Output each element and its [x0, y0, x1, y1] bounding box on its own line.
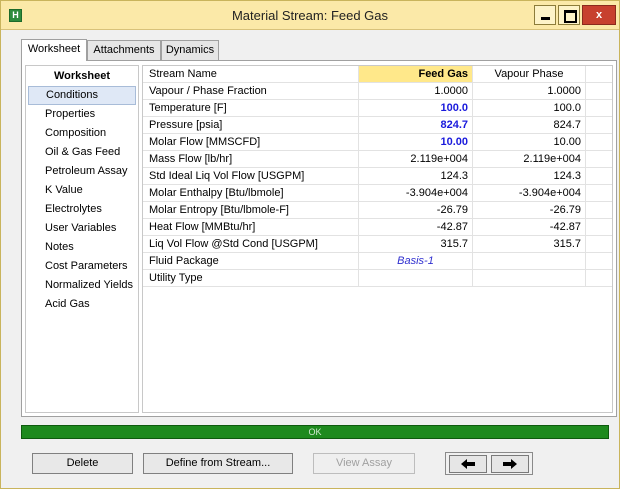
tab-dynamics[interactable]: Dynamics: [161, 40, 219, 60]
vapour-phase-value: 100.0: [472, 100, 585, 116]
grid-empty-cell: [585, 270, 612, 286]
feed-gas-value[interactable]: -26.79: [358, 202, 472, 218]
feed-gas-value[interactable]: [358, 270, 472, 286]
row-label: Mass Flow [lb/hr]: [149, 153, 233, 165]
sidebar-item-electrolytes[interactable]: Electrolytes: [28, 200, 136, 219]
table-row: Vapour / Phase Fraction 1.0000 1.0000: [143, 83, 612, 100]
table-row: Utility Type: [143, 270, 612, 287]
grid-empty-cell: [585, 253, 612, 269]
column-header-vapour-phase[interactable]: Vapour Phase: [472, 66, 585, 82]
close-button[interactable]: x: [582, 5, 616, 25]
sidebar: Worksheet Conditions Properties Composit…: [25, 65, 139, 413]
sidebar-item-oil-gas-feed[interactable]: Oil & Gas Feed: [28, 143, 136, 162]
feed-gas-value[interactable]: 824.7: [358, 117, 472, 133]
row-label: Heat Flow [MMBtu/hr]: [149, 221, 256, 233]
maximize-button[interactable]: [558, 5, 580, 25]
row-label: Molar Entropy [Btu/lbmole-F]: [149, 204, 289, 216]
status-bar: OK: [21, 425, 609, 439]
grid-empty-cell: [585, 202, 612, 218]
grid-empty-cell: [585, 117, 612, 133]
sidebar-item-k-value[interactable]: K Value: [28, 181, 136, 200]
grid-empty-cell: [585, 168, 612, 184]
table-row: Fluid Package Basis-1: [143, 253, 612, 270]
row-label: Utility Type: [149, 272, 203, 284]
feed-gas-value[interactable]: 124.3: [358, 168, 472, 184]
grid-empty-cell: [585, 219, 612, 235]
vapour-phase-value: -3.904e+004: [472, 185, 585, 201]
sidebar-item-acid-gas[interactable]: Acid Gas: [28, 295, 136, 314]
right-arrow-icon: [503, 459, 517, 469]
grid-empty-cell: [585, 66, 612, 82]
table-row: Molar Flow [MMSCFD] 10.00 10.00: [143, 134, 612, 151]
table-row: Mass Flow [lb/hr] 2.119e+004 2.119e+004: [143, 151, 612, 168]
table-row: Molar Enthalpy [Btu/lbmole] -3.904e+004 …: [143, 185, 612, 202]
vapour-phase-value: [472, 270, 585, 286]
table-row: Pressure [psia] 824.7 824.7: [143, 117, 612, 134]
vapour-phase-value: 1.0000: [472, 83, 585, 99]
grid-empty-cell: [585, 151, 612, 167]
title-bar: H Material Stream: Feed Gas x: [1, 1, 619, 30]
vapour-phase-value: -26.79: [472, 202, 585, 218]
column-header-label: Stream Name: [149, 68, 217, 80]
vapour-phase-value: -42.87: [472, 219, 585, 235]
feed-gas-value[interactable]: -42.87: [358, 219, 472, 235]
feed-gas-value[interactable]: 315.7: [358, 236, 472, 252]
view-assay-button[interactable]: View Assay: [313, 453, 415, 474]
feed-gas-value[interactable]: -3.904e+004: [358, 185, 472, 201]
sidebar-heading: Worksheet: [53, 70, 111, 82]
minimize-button[interactable]: [534, 5, 556, 25]
vapour-phase-value: 124.3: [472, 168, 585, 184]
delete-button[interactable]: Delete: [32, 453, 133, 474]
window-title: Material Stream: Feed Gas: [231, 8, 389, 23]
grid-empty-cell: [585, 134, 612, 150]
row-label: Temperature [F]: [149, 102, 227, 114]
worksheet-panel: Worksheet Conditions Properties Composit…: [21, 60, 617, 417]
grid-empty-cell: [585, 185, 612, 201]
fluid-package-selector[interactable]: Basis-1: [358, 253, 472, 269]
define-from-stream-button[interactable]: Define from Stream...: [143, 453, 293, 474]
feed-gas-value[interactable]: 1.0000: [358, 83, 472, 99]
navigation-arrows: [445, 452, 533, 475]
row-label: Molar Flow [MMSCFD]: [149, 136, 261, 148]
grid-header-row: Stream Name Feed Gas Vapour Phase: [143, 66, 612, 83]
column-header-feed-gas[interactable]: Feed Gas: [358, 66, 472, 82]
table-row: Liq Vol Flow @Std Cond [USGPM] 315.7 315…: [143, 236, 612, 253]
sidebar-item-conditions[interactable]: Conditions: [28, 86, 136, 105]
vapour-phase-value: 10.00: [472, 134, 585, 150]
sidebar-item-petroleum-assay[interactable]: Petroleum Assay: [28, 162, 136, 181]
feed-gas-value[interactable]: 10.00: [358, 134, 472, 150]
row-label: Pressure [psia]: [149, 119, 223, 131]
sidebar-item-notes[interactable]: Notes: [28, 238, 136, 257]
vapour-phase-value: 315.7: [472, 236, 585, 252]
grid-empty-cell: [585, 83, 612, 99]
vapour-phase-value: 824.7: [472, 117, 585, 133]
sidebar-item-cost-parameters[interactable]: Cost Parameters: [28, 257, 136, 276]
tab-attachments[interactable]: Attachments: [87, 40, 161, 60]
table-row: Std Ideal Liq Vol Flow [USGPM] 124.3 124…: [143, 168, 612, 185]
row-label: Liq Vol Flow @Std Cond [USGPM]: [149, 238, 318, 250]
conditions-grid: Stream Name Feed Gas Vapour Phase Vapour…: [142, 65, 613, 413]
material-stream-window: H Material Stream: Feed Gas x Worksheet …: [0, 0, 620, 489]
sidebar-item-user-variables[interactable]: User Variables: [28, 219, 136, 238]
left-arrow-icon: [461, 459, 475, 469]
table-row: Temperature [F] 100.0 100.0: [143, 100, 612, 117]
table-row: Molar Entropy [Btu/lbmole-F] -26.79 -26.…: [143, 202, 612, 219]
next-stream-button[interactable]: [491, 455, 529, 473]
row-label: Std Ideal Liq Vol Flow [USGPM]: [149, 170, 305, 182]
row-label: Fluid Package: [149, 255, 219, 267]
row-label: Vapour / Phase Fraction: [149, 85, 267, 97]
vapour-phase-value: [472, 253, 585, 269]
table-row: Heat Flow [MMBtu/hr] -42.87 -42.87: [143, 219, 612, 236]
sidebar-item-composition[interactable]: Composition: [28, 124, 136, 143]
grid-empty-cell: [585, 100, 612, 116]
feed-gas-value[interactable]: 100.0: [358, 100, 472, 116]
previous-stream-button[interactable]: [449, 455, 487, 473]
feed-gas-value[interactable]: 2.119e+004: [358, 151, 472, 167]
row-label: Molar Enthalpy [Btu/lbmole]: [149, 187, 284, 199]
tab-worksheet[interactable]: Worksheet: [21, 39, 87, 61]
vapour-phase-value: 2.119e+004: [472, 151, 585, 167]
sidebar-item-properties[interactable]: Properties: [28, 105, 136, 124]
sidebar-item-normalized-yields[interactable]: Normalized Yields: [28, 276, 136, 295]
grid-empty-cell: [585, 236, 612, 252]
